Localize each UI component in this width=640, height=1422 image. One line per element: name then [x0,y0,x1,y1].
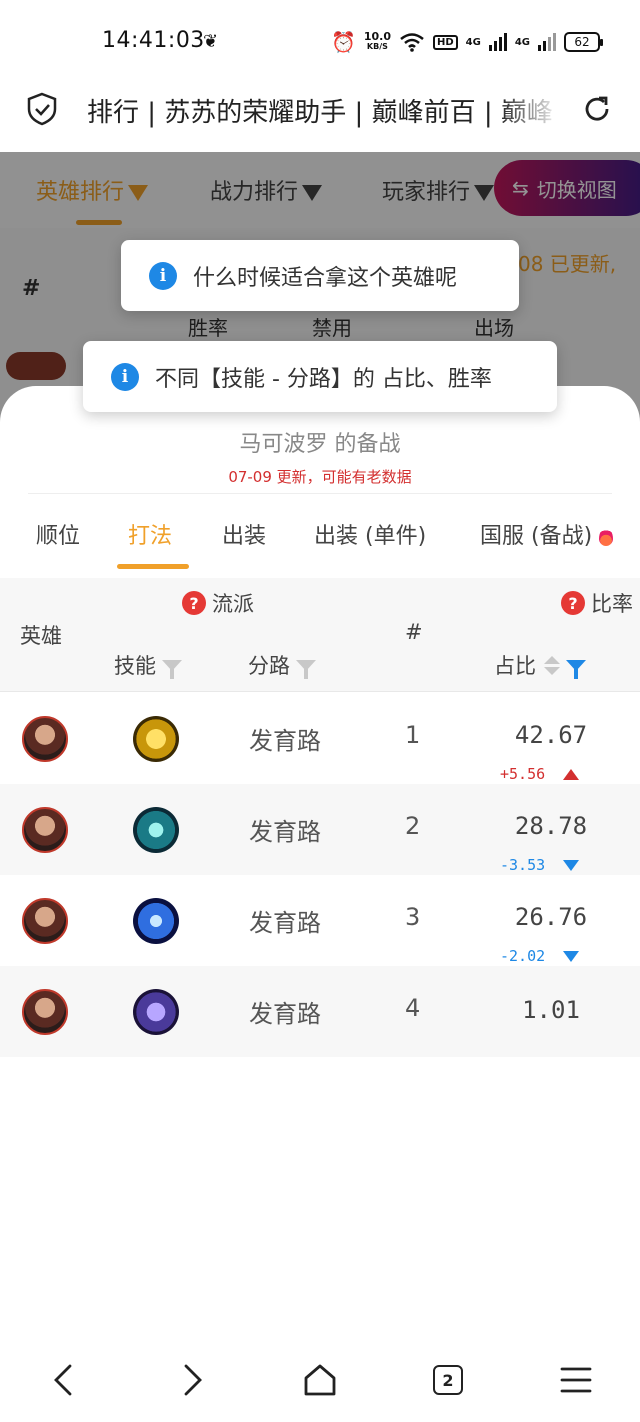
filter-icon[interactable] [296,659,316,679]
purple-hero-skill-icon [133,989,179,1035]
tabs-count: 2 [433,1365,463,1395]
shield-check-icon[interactable] [26,92,58,126]
trend-down-icon [563,950,580,962]
trend-down-icon [563,859,580,871]
golden-fist-skill-icon [133,716,179,762]
tab-order[interactable]: 顺位 [36,518,80,550]
fire-icon [599,528,614,546]
share-delta: -2.02 [500,947,600,965]
info-toast: i 不同【技能 - 分路】的 占比、胜率 [83,341,557,412]
table-row[interactable]: 发育路 4 1.01 [0,966,640,1057]
title-fade [500,92,560,152]
share-value: 26.76 [514,903,588,931]
purify-lightning-skill-icon [133,898,179,944]
info-toast: i 什么时候适合拿这个英雄呢 [121,240,519,311]
col-skill[interactable]: 技能 [114,650,182,680]
tab-playstyle[interactable]: 打法 [128,518,172,550]
home-icon[interactable] [300,1360,340,1400]
flash-teal-skill-icon [133,807,179,853]
col-genre[interactable]: ? 流派 [182,588,254,618]
col-rank: # [405,620,423,644]
share-delta: +5.56 [500,765,600,783]
signal1-icon [488,33,507,51]
help-icon[interactable]: ? [561,591,585,615]
alarm-icon: ⏰ [330,30,356,54]
tab-build-single[interactable]: 出装 (单件) [314,518,426,550]
table-header: 英雄 ? 流派 技能 分路 # ? 比率 占比 [0,578,640,692]
tab-national-server[interactable]: 国服 (备战) [480,518,614,550]
signal2-icon [538,33,556,51]
lane-value: 发育路 [249,818,321,846]
menu-icon[interactable] [556,1360,596,1400]
table-row[interactable]: 发育路 3 26.76 -2.02 [0,875,640,966]
col-ratio[interactable]: ? 比率 [561,588,633,618]
help-icon[interactable]: ? [182,591,206,615]
page-title[interactable]: 排行 | 苏苏的荣耀助手 | 巅峰前百 | 巅峰 [87,92,559,129]
hero-avatar [22,716,68,762]
hero-avatar [22,898,68,944]
rank-value: 2 [405,812,421,840]
filter-active-icon[interactable] [566,659,586,679]
prep-sheet: 马可波罗 的备战 07-09 更新，可能有老数据 顺位 打法 出装 出装 (单件… [0,386,640,1336]
share-value: 28.78 [514,812,588,840]
tabs-button[interactable]: 2 [428,1360,468,1400]
table-row[interactable]: 发育路 1 42.67 +5.56 [0,693,640,784]
lane-value: 发育路 [249,727,321,755]
col-share[interactable]: 占比 [494,650,586,680]
rank-value: 4 [405,994,421,1022]
share-delta: -3.53 [500,856,600,874]
lane-value: 发育路 [249,909,321,937]
share-value: 1.01 [522,996,580,1024]
filter-icon[interactable] [162,659,182,679]
sim1-label: 4G [465,36,481,48]
sheet-update-note: 07-09 更新，可能有老数据 [228,468,412,486]
address-bar: 排行 | 苏苏的荣耀助手 | 巅峰前百 | 巅峰 [0,82,640,152]
lane-value: 发育路 [249,1000,321,1028]
reload-icon[interactable] [580,92,614,126]
status-bar: 14:41:03 ❦ ⏰ 10.0 KB/S HD 4G 4G 62 [0,0,640,82]
sheet-title: 马可波罗 的备战 [239,432,401,457]
status-indicators: ⏰ 10.0 KB/S HD 4G 4G 62 [330,30,603,54]
table-row[interactable]: 发育路 2 28.78 -3.53 [0,784,640,875]
forward-icon[interactable] [172,1360,212,1400]
bottom-nav: 2 [0,1336,640,1422]
sort-icon[interactable] [544,655,560,675]
col-hero: 英雄 [20,624,62,648]
hd-icon: HD [432,34,458,50]
trend-up-icon [563,768,580,780]
info-icon: i [111,362,139,391]
tab-underline [117,564,189,569]
wifi-icon [400,33,424,52]
rank-value: 3 [405,903,421,931]
sim2-label: 4G [514,36,530,48]
battery-icon: 62 [564,32,603,52]
paw-icon: ❦ [203,31,219,52]
tab-build[interactable]: 出装 [222,518,266,550]
net-speed: 10.0 KB/S [363,30,391,51]
share-value: 42.67 [514,721,588,749]
hero-avatar [22,807,68,853]
rank-value: 1 [405,721,421,749]
divider [28,493,612,494]
col-lane[interactable]: 分路 [248,650,316,680]
back-icon[interactable] [44,1360,84,1400]
hero-avatar [22,989,68,1035]
info-icon: i [149,261,177,290]
status-time: 14:41:03 [102,28,205,53]
